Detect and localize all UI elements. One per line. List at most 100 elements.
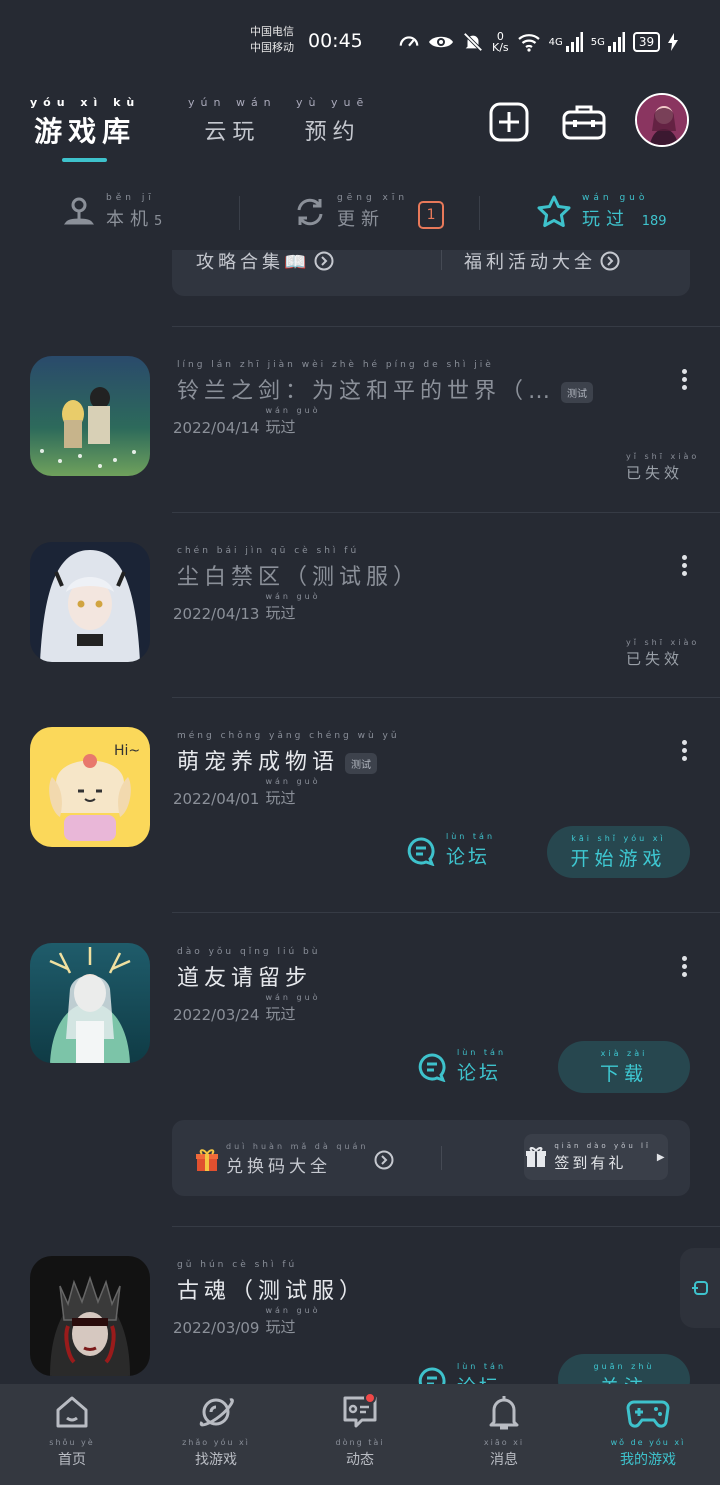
chevron-right-circle-icon	[314, 251, 334, 271]
floating-side-button[interactable]	[680, 1248, 720, 1328]
guide-welfare-bar: 攻略合集📖 福利活动大全	[172, 250, 690, 296]
strategy-collection-label: 攻略合集📖	[196, 252, 311, 273]
nav-find-games[interactable]: zhǎo yóu xì 找游戏	[144, 1390, 288, 1469]
tab-cloud-play[interactable]: yún wán 云玩	[188, 96, 277, 146]
subtab-label-group: wán guò 玩过 189	[582, 193, 667, 231]
game-title-text: 道友请留步	[177, 966, 313, 991]
game-art-daoist	[30, 943, 150, 1063]
tab-label: 游戏库	[34, 115, 137, 148]
more-options-button[interactable]	[674, 550, 694, 580]
played-date: 2022/03/09 wán guò 玩过	[173, 1306, 321, 1337]
carrier-labels: 中国电信 中国移动	[250, 24, 294, 56]
bar-divider	[441, 1146, 442, 1170]
start-game-button[interactable]: kāi shǐ yóu xì 开始游戏	[547, 826, 690, 878]
welfare-activities-link[interactable]: 福利活动大全	[464, 248, 620, 274]
row-divider	[172, 697, 720, 698]
test-tag: 测试	[345, 752, 378, 774]
played-date: 2022/04/14 wán guò 玩过	[173, 406, 321, 437]
game-title[interactable]: chén bái jìn qū cè shì fú 尘白禁区（测试服）	[177, 546, 420, 591]
plus-icon	[489, 102, 529, 142]
played-date-value: 2022/04/14	[173, 419, 260, 437]
subtab-pinyin: gēng xīn	[337, 193, 409, 203]
local-device-icon	[63, 197, 95, 225]
redeem-codes-pinyin: duì huàn mǎ dà quán	[226, 1142, 369, 1151]
triangle-right-icon: ▶	[656, 1151, 668, 1163]
game-title[interactable]: líng lán zhī jiàn wèi zhè hé píng de shì…	[177, 360, 594, 405]
subtab-pinyin: běn jī	[106, 193, 155, 203]
nav-my-games[interactable]: wǒ de yóu xì 我的游戏	[576, 1390, 720, 1469]
forum-label: 论坛	[457, 1062, 502, 1084]
played-date: 2022/04/13 wán guò 玩过	[173, 592, 321, 623]
played-pinyin: wán guò	[265, 777, 321, 786]
game-icon[interactable]	[30, 943, 150, 1063]
game-icon[interactable]	[30, 356, 150, 476]
toolbox-button[interactable]	[558, 96, 610, 148]
game-title-pinyin: méng chǒng yǎng chéng wù yǔ	[177, 731, 400, 741]
redeem-codes-link[interactable]: duì huàn mǎ dà quán 兑换码大全	[194, 1142, 394, 1177]
chat-bubble-icon	[407, 836, 435, 866]
nav-label: 找游戏	[195, 1452, 237, 1468]
status-icons: 0 K/s 4G 5G 39	[398, 28, 679, 56]
subtab-update[interactable]: gēng xīn 更新 1	[293, 188, 445, 236]
status-pinyin: yǐ shī xiào	[626, 638, 700, 647]
game-title-pinyin: dào yǒu qǐng liú bù	[177, 947, 321, 957]
network-type-2: 5G	[590, 36, 605, 48]
tab-pinyin: yù yuē	[296, 96, 370, 109]
nav-label: 我的游戏	[620, 1452, 676, 1468]
tab-game-library[interactable]: yóu xì kù 游戏库	[30, 96, 140, 150]
expired-status: yǐ shī xiào 已失效	[626, 638, 699, 669]
nav-home[interactable]: shǒu yè 首页	[0, 1390, 144, 1469]
game-art-lily-sword	[30, 356, 150, 476]
game-icon[interactable]: Hi~	[30, 727, 150, 847]
game-title[interactable]: dào yǒu qǐng liú bù 道友请留步	[177, 947, 320, 992]
check-in-reward-button[interactable]: qiān dào yǒu lǐ 签到有礼 ▶	[524, 1134, 668, 1180]
welfare-activities-label: 福利活动大全	[464, 252, 596, 273]
tab-label: 云玩	[204, 120, 261, 145]
more-options-button[interactable]	[674, 364, 694, 394]
subtab-divider	[239, 196, 240, 230]
charging-icon	[668, 33, 679, 51]
more-options-button[interactable]	[674, 735, 694, 765]
tab-reservation[interactable]: yù yuē 预约	[296, 96, 369, 146]
nav-pinyin: xiāo xi	[483, 1438, 525, 1447]
chevron-right-circle-icon	[374, 1150, 394, 1169]
gamepad-small-icon	[692, 1281, 708, 1295]
subtab-local[interactable]: běn jī 本机5	[62, 188, 162, 236]
more-options-button[interactable]	[674, 951, 694, 981]
played-pinyin: wán guò	[265, 1306, 321, 1315]
played-date-value: 2022/04/01	[173, 790, 260, 808]
nav-messages[interactable]: xiāo xi 消息	[432, 1390, 576, 1469]
subtab-label-group: gēng xīn 更新	[337, 193, 408, 231]
game-art-ancient-soul	[30, 1256, 150, 1376]
played-label: 玩过	[265, 789, 296, 807]
subtab-label-group: běn jī 本机5	[106, 193, 162, 231]
nav-feed[interactable]: dòng tài 动态	[288, 1390, 432, 1469]
tab-pinyin: yóu xì kù	[30, 96, 141, 109]
user-avatar[interactable]	[635, 93, 689, 147]
game-icon[interactable]	[30, 542, 150, 662]
planet-icon	[199, 1398, 234, 1427]
subtab-divider	[479, 196, 480, 230]
played-date: 2022/03/24 wán guò 玩过	[173, 993, 321, 1024]
chat-bubble-icon	[418, 1052, 446, 1082]
strategy-collection-link[interactable]: 攻略合集📖	[196, 248, 334, 274]
game-title-pinyin: líng lán zhī jiàn wèi zhè hé píng de shì…	[177, 360, 494, 370]
download-button[interactable]: xià zài 下载	[558, 1041, 690, 1093]
subtab-local-label: 本机	[106, 209, 154, 230]
eye-icon	[429, 36, 453, 48]
game-title[interactable]: gǔ hún cè shì fú 古魂（测试服）	[177, 1260, 366, 1305]
wifi-icon	[517, 34, 540, 52]
add-button[interactable]	[483, 96, 535, 148]
row-divider	[172, 326, 720, 327]
gamepad-icon	[626, 1400, 670, 1428]
status-pinyin: yǐ shī xiào	[626, 452, 700, 461]
forum-button[interactable]: lùn tán 论坛	[417, 1048, 506, 1085]
row-divider	[172, 1226, 720, 1227]
forum-button[interactable]: lùn tán 论坛	[406, 832, 495, 869]
toolbox-icon	[562, 105, 606, 140]
game-title[interactable]: méng chǒng yǎng chéng wù yǔ 萌宠养成物语 测试	[177, 731, 400, 776]
network-type-1: 4G	[548, 36, 563, 48]
subtab-played[interactable]: wán guò 玩过 189	[536, 188, 667, 236]
game-icon[interactable]	[30, 1256, 150, 1376]
played-date-value: 2022/04/13	[173, 605, 260, 623]
